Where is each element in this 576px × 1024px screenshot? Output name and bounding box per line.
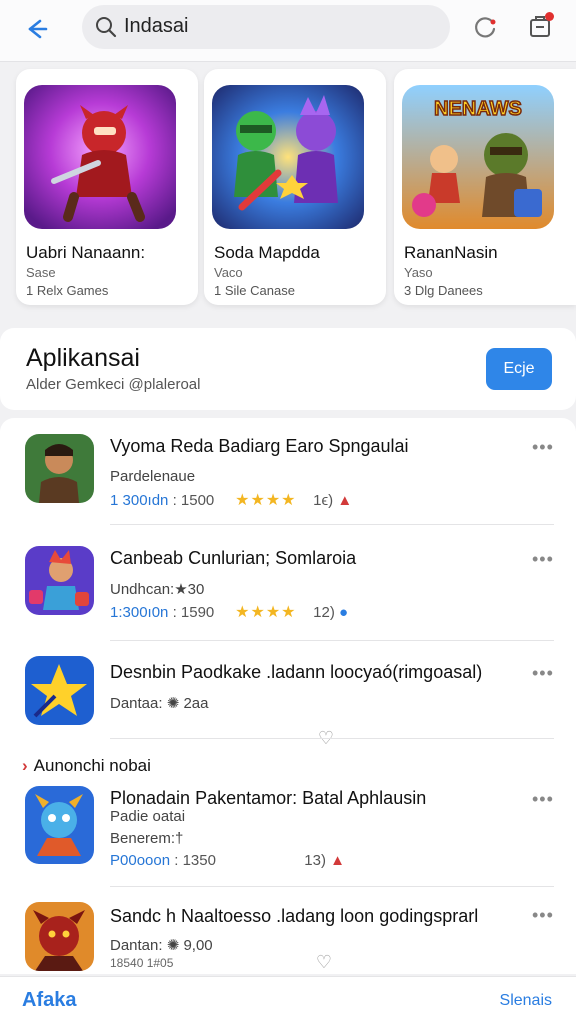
rating-count: 12) (313, 604, 335, 621)
subsection-label: › Aunonchi nobai (22, 756, 151, 775)
app-icon (25, 434, 94, 503)
search-icon (94, 15, 118, 39)
section-action-button[interactable]: Ecje (486, 348, 552, 390)
app-title: Sandc h Naaltoesso .ladang loon godingsp… (110, 906, 479, 926)
divider (110, 524, 554, 525)
more-options-icon[interactable]: ••• (532, 438, 556, 456)
app-meta: 1 300ıdn : 1500 ★★★★ 1ϵ) ▲ (110, 490, 352, 510)
rating-stars: ★★★★ (235, 492, 297, 509)
notifications-icon[interactable] (524, 10, 556, 42)
rating-stars: ★★★★ (235, 604, 297, 621)
app-developer: Dantaa: ✺ 2aa (110, 695, 209, 712)
more-options-icon[interactable]: ••• (532, 790, 556, 808)
rating-count: 13) (304, 852, 326, 869)
app-developer: Padie oatai (110, 808, 186, 825)
app-subtitle: Benerem:† (110, 830, 184, 847)
divider (110, 640, 554, 641)
heart-icon[interactable]: ♡ (314, 952, 334, 972)
app-meta: P00ooon : 1350 13) ▲ (110, 852, 345, 869)
app-developer: Dantan: ✺ 9,00 (110, 937, 213, 954)
search-bar[interactable]: Indasai (82, 5, 450, 49)
game-art-image: NENAWS (402, 85, 554, 229)
chevron-right-icon: › (22, 756, 28, 775)
featured-category: 3 Dlg Danees (404, 283, 483, 298)
featured-category: 1 Sile Canase (214, 283, 295, 298)
app-developer: Pardelenaue (110, 468, 196, 485)
featured-card[interactable]: NENAWS RananNasin Yaso 3 Dlg Danees (394, 69, 576, 305)
featured-subtitle: Vaco (214, 265, 243, 280)
app-downloads: : 1590 (172, 604, 215, 621)
more-options-icon[interactable]: ••• (532, 906, 556, 924)
section-header: Aplikansai Alder Gemkeci @plaleroal Ecje (0, 328, 576, 410)
badge-icon: ▲ (330, 852, 346, 869)
app-meta: 1:300ı0n : 1590 ★★★★ 12) ● (110, 602, 348, 622)
app-icon (25, 786, 94, 864)
badge-icon: ● (339, 604, 349, 621)
featured-title: RananNasin (404, 243, 498, 262)
featured-title: Uabri Nanaann: (26, 243, 146, 262)
rating-count: 1ϵ) (313, 492, 334, 509)
app-title: Plonadain Pakentamor: Batal Aphlausin (110, 788, 427, 808)
featured-category: 1 Relx Games (26, 283, 109, 298)
app-developer: Undhcan:★30 (110, 581, 205, 598)
divider (110, 886, 554, 887)
more-options-icon[interactable]: ••• (532, 664, 556, 682)
app-price: 1:300ı0n (110, 604, 169, 621)
game-art-image (212, 85, 364, 229)
app-title: Vyoma Reda Badiarg Earo Spngaulai (110, 436, 409, 456)
section-title: Aplikansai (26, 344, 140, 372)
app-title: Canbeab Cunlurian; Somlaroia (110, 548, 357, 568)
app-icon (25, 902, 94, 971)
game-art-image (24, 85, 176, 229)
app-icon (25, 546, 94, 615)
top-bar: Indasai (0, 0, 576, 62)
app-subtitle: 18540 1#05 (110, 956, 174, 970)
divider (110, 738, 554, 739)
app-price: 1 300ıdn (110, 492, 169, 509)
app-icon (25, 656, 94, 725)
back-arrow-icon[interactable] (18, 12, 52, 46)
app-title: Desnbin Paodkake .ladann loocyaó(rimgoas… (110, 662, 483, 682)
featured-carousel: Uabri Nanaann: Sase 1 Relx Games Soda Ma… (0, 63, 576, 315)
refresh-icon[interactable] (470, 12, 500, 42)
app-list: Vyoma Reda Badiarg Earo Spngaulai Pardel… (0, 418, 576, 974)
badge-icon: ▲ (337, 492, 353, 509)
featured-subtitle: Yaso (404, 265, 433, 280)
app-downloads: : 1350 (174, 852, 216, 869)
search-input[interactable]: Indasai (124, 15, 189, 38)
app-price: P00ooon (110, 852, 171, 869)
section-subtitle: Alder Gemkeci @plaleroal (26, 376, 201, 393)
featured-subtitle: Sase (26, 265, 56, 280)
bottom-right-link[interactable]: Slenais (500, 992, 552, 1010)
bottom-bar: Afaka Slenais (0, 976, 576, 1024)
more-options-icon[interactable]: ••• (532, 550, 556, 568)
art-title-text: NENAWS (434, 98, 522, 120)
featured-card[interactable]: Uabri Nanaann: Sase 1 Relx Games (16, 69, 198, 305)
notification-dot (545, 12, 554, 21)
app-downloads: : 1500 (172, 492, 215, 509)
featured-card[interactable]: Soda Mapdda Vaco 1 Sile Canase (204, 69, 386, 305)
featured-title: Soda Mapdda (214, 243, 320, 262)
app-logo[interactable]: Afaka (22, 989, 76, 1012)
